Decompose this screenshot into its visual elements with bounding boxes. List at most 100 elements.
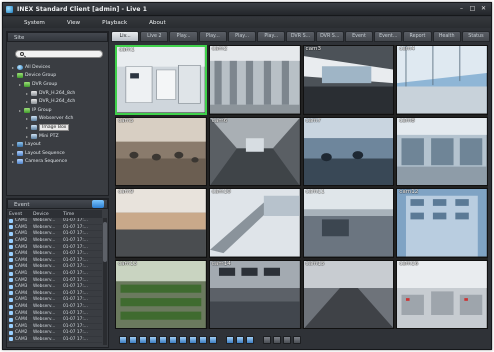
camera-view[interactable]: cam1 — [115, 45, 207, 115]
maximize-button[interactable]: □ — [468, 5, 477, 13]
event-row[interactable]: CAM3 Webserv... 01-07 17:... — [7, 284, 102, 291]
camera-view[interactable]: cam13 — [115, 259, 207, 329]
camera-view[interactable]: cam15 — [302, 259, 395, 329]
camera-view[interactable]: cam16 — [396, 259, 488, 329]
expand-arrow-icon[interactable]: ▸ — [25, 125, 29, 130]
camera-view[interactable]: cam10 — [208, 188, 301, 258]
tree-item[interactable]: ▸ Layout Sequence — [11, 149, 107, 158]
event-type-icon — [9, 271, 13, 276]
tree-item[interactable]: ▸ Camera Sequence — [11, 158, 107, 167]
event-row[interactable]: CAM1 Webserv... 01-07 17:... — [7, 218, 102, 225]
layout-5x5-button[interactable] — [159, 335, 167, 344]
tree-item[interactable]: ▸ DVR Group — [11, 80, 107, 89]
tab-item[interactable]: Play... — [257, 31, 286, 42]
menu-playback[interactable]: Playback — [91, 20, 138, 26]
tree-item[interactable]: ▸ Image Box — [11, 123, 107, 132]
layout-3x3-button[interactable] — [139, 335, 147, 344]
layout-custom-3-button[interactable] — [199, 335, 207, 344]
tab-item[interactable]: DVR S... — [286, 31, 315, 42]
tab-item[interactable]: Live 2 — [140, 31, 169, 42]
minimize-button[interactable]: – — [457, 5, 466, 13]
tree-item[interactable]: ▸ Mini PTZ — [11, 132, 107, 141]
tab-item[interactable]: Play... — [169, 31, 198, 42]
tab-item[interactable]: DVR S... — [315, 31, 344, 42]
column-time[interactable]: Time — [63, 212, 99, 217]
tab-item[interactable]: Event — [344, 31, 374, 42]
tab-item[interactable]: Health — [432, 31, 461, 42]
tree-item[interactable]: ▸ Webserver 4ch — [11, 115, 107, 124]
tab-item[interactable]: Liv... — [111, 31, 140, 42]
event-scroll-thumb[interactable] — [103, 222, 107, 262]
search-input[interactable] — [15, 50, 103, 58]
event-row[interactable]: CAM4 Webserv... 01-07 17:... — [7, 251, 102, 258]
menu-about[interactable]: About — [138, 20, 177, 26]
camera-view[interactable]: cam9 — [115, 188, 207, 258]
close-button[interactable]: ✕ — [479, 5, 488, 13]
tab-item[interactable]: Play... — [227, 31, 257, 42]
layout-custom-2-button[interactable] — [189, 335, 197, 344]
expand-arrow-icon[interactable]: ▸ — [25, 134, 29, 139]
tab-item[interactable]: Report — [403, 31, 432, 42]
camera-view[interactable]: cam11 — [302, 188, 395, 258]
expand-arrow-icon[interactable]: ▸ — [11, 151, 15, 156]
camera-view[interactable]: cam2 — [208, 45, 301, 115]
camera-view[interactable]: cam6 — [208, 116, 301, 186]
menu-view[interactable]: View — [56, 20, 91, 26]
camera-view[interactable]: cam4 — [396, 45, 488, 115]
column-event[interactable]: Event — [7, 212, 33, 217]
camera-view[interactable]: cam12 — [396, 188, 488, 258]
expand-arrow-icon[interactable]: ▸ — [18, 108, 22, 113]
fullscreen-button[interactable] — [226, 335, 234, 344]
layout-4x4-button[interactable] — [149, 335, 157, 344]
tree-item[interactable]: ▸ Device Group — [11, 72, 107, 81]
event-row[interactable]: CAM3 Webserv... 01-07 17:... — [7, 244, 102, 251]
expand-arrow-icon[interactable]: ▸ — [25, 91, 29, 96]
camera-view[interactable]: cam8 — [396, 116, 488, 186]
layout-custom-4-button[interactable] — [209, 335, 217, 344]
expand-arrow-icon[interactable]: ▸ — [11, 65, 15, 70]
tree-item[interactable]: ▸ All Devices — [11, 63, 107, 72]
tree-item[interactable]: ▸ DVR_H.264_8ch — [11, 89, 107, 98]
settings-button[interactable] — [283, 335, 291, 344]
expand-arrow-icon[interactable]: ▸ — [25, 99, 29, 104]
next-page-button[interactable] — [246, 335, 254, 344]
event-row[interactable]: CAM4 Webserv... 01-07 17:... — [7, 317, 102, 324]
event-scrollbar[interactable] — [103, 218, 107, 345]
layout-6x6-button[interactable] — [169, 335, 177, 344]
layout-custom-1-button[interactable] — [179, 335, 187, 344]
column-device[interactable]: Device — [33, 212, 63, 217]
event-row[interactable]: CAM3 Webserv... 01-07 17:... — [7, 337, 102, 344]
event-row[interactable]: CAM2 Webserv... 01-07 17:... — [7, 238, 102, 245]
event-row[interactable]: CAM4 Webserv... 01-07 17:... — [7, 310, 102, 317]
expand-arrow-icon[interactable]: ▸ — [11, 73, 15, 78]
event-row[interactable]: CAM1 Webserv... 01-07 17:... — [7, 271, 102, 278]
event-row[interactable]: CAM2 Webserv... 01-07 17:... — [7, 277, 102, 284]
expand-arrow-icon[interactable]: ▸ — [25, 116, 29, 121]
tree-item[interactable]: ▸ IP Group — [11, 106, 107, 115]
layout-2x2-button[interactable] — [129, 335, 137, 344]
tree-item[interactable]: ▸ Layout — [11, 140, 107, 149]
menu-system[interactable]: System — [13, 20, 56, 26]
record-button[interactable] — [273, 335, 281, 344]
camera-view[interactable]: cam5 — [115, 116, 207, 186]
export-button[interactable] — [293, 335, 301, 344]
event-row[interactable]: CAM1 Webserv... 01-07 17:... — [7, 231, 102, 238]
event-alert-icon[interactable] — [92, 200, 104, 208]
layout-1x1-button[interactable] — [119, 335, 127, 344]
prev-page-button[interactable] — [236, 335, 244, 344]
tab-item[interactable]: Event... — [374, 31, 403, 42]
expand-arrow-icon[interactable]: ▸ — [11, 159, 15, 164]
tab-item[interactable]: Play... — [198, 31, 227, 42]
tree-item[interactable]: ▸ DVR_H.264_4ch — [11, 97, 107, 106]
snapshot-button[interactable] — [263, 335, 271, 344]
camera-view[interactable]: cam14 — [208, 259, 301, 329]
expand-arrow-icon[interactable]: ▸ — [18, 82, 22, 87]
camera-view[interactable]: cam7 — [302, 116, 395, 186]
expand-arrow-icon[interactable]: ▸ — [11, 142, 15, 147]
event-row[interactable]: CAM2 Webserv... 01-07 17:... — [7, 330, 102, 337]
event-row[interactable]: CAM1 Webserv... 01-07 17:... — [7, 297, 102, 304]
tab-item[interactable]: Status — [461, 31, 491, 42]
event-row[interactable]: CAM4 Webserv... 01-07 17:... — [7, 264, 102, 271]
event-row[interactable]: CAM4 Webserv... 01-07 17:... — [7, 304, 102, 311]
camera-view[interactable]: cam3 — [302, 45, 395, 115]
